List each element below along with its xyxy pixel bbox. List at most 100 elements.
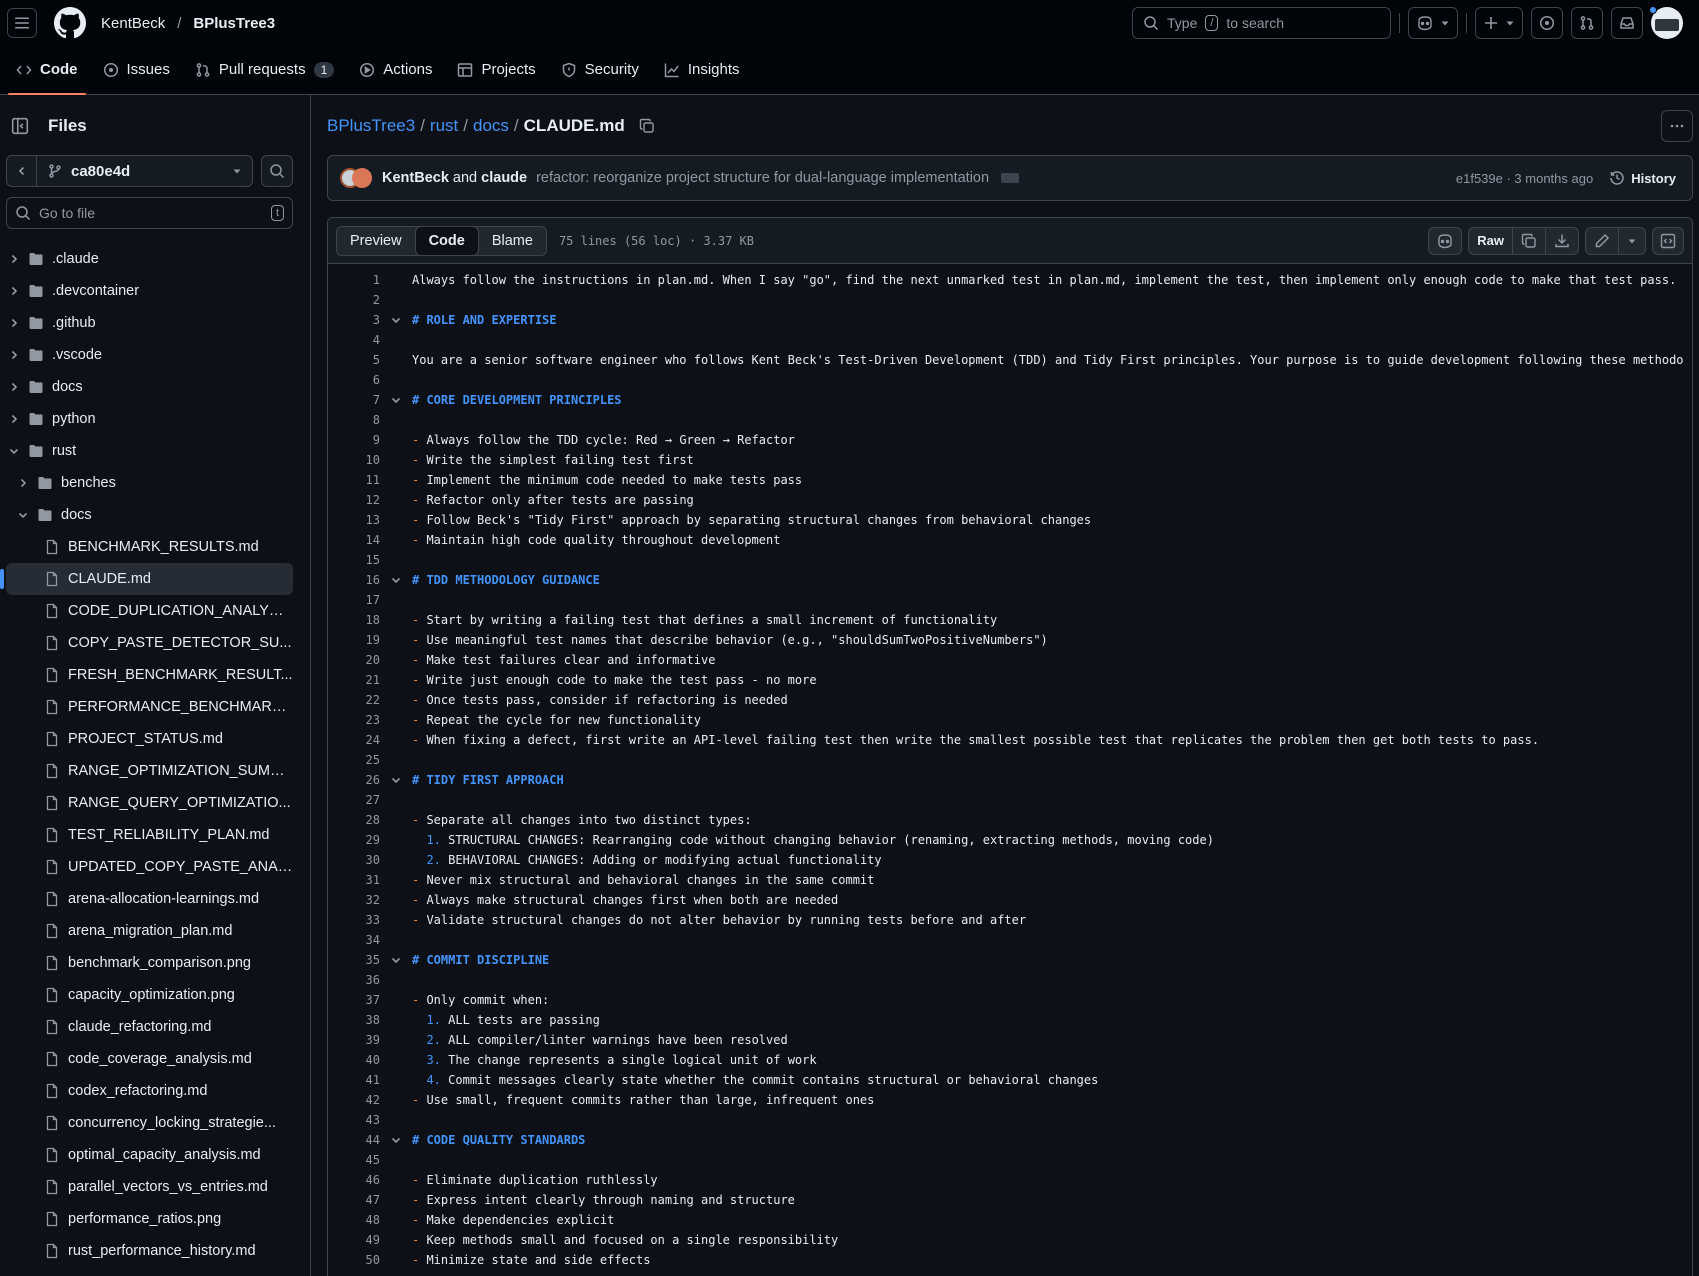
- edit-file-button[interactable]: [1586, 227, 1619, 254]
- tree-folder[interactable]: rust: [6, 435, 293, 467]
- branch-dropdown[interactable]: [222, 166, 252, 176]
- branch-selector[interactable]: ca80e4d: [6, 155, 253, 187]
- tree-folder[interactable]: docs: [6, 371, 293, 403]
- line-number[interactable]: 26: [328, 773, 384, 787]
- line-number[interactable]: 17: [328, 593, 384, 607]
- chevron-right-icon[interactable]: [6, 349, 22, 361]
- issues-button[interactable]: [1531, 7, 1563, 39]
- line-number[interactable]: 41: [328, 1073, 384, 1087]
- search-files-button[interactable]: [261, 155, 293, 187]
- line-number[interactable]: 46: [328, 1173, 384, 1187]
- tree-file[interactable]: codex_refactoring.md: [6, 1075, 293, 1107]
- tree-file[interactable]: PERFORMANCE_BENCHMARK...: [6, 691, 293, 723]
- line-number[interactable]: 5: [328, 353, 384, 367]
- chevron-right-icon[interactable]: [6, 285, 22, 297]
- line-number[interactable]: 16: [328, 573, 384, 587]
- fold-chevron-icon[interactable]: [384, 574, 408, 586]
- tree-file[interactable]: code_coverage_analysis.md: [6, 1043, 293, 1075]
- fold-chevron-icon[interactable]: [384, 314, 408, 326]
- tree-file[interactable]: PROJECT_STATUS.md: [6, 723, 293, 755]
- line-number[interactable]: 30: [328, 853, 384, 867]
- tree-file[interactable]: CODE_DUPLICATION_ANALYSI...: [6, 595, 293, 627]
- tree-file[interactable]: TEST_RELIABILITY_PLAN.md: [6, 819, 293, 851]
- tree-folder[interactable]: docs: [6, 499, 293, 531]
- inbox-button[interactable]: [1611, 7, 1643, 39]
- line-number[interactable]: 44: [328, 1133, 384, 1147]
- line-number[interactable]: 8: [328, 413, 384, 427]
- chevron-right-icon[interactable]: [15, 477, 31, 489]
- expand-commit-button[interactable]: [1001, 173, 1020, 183]
- line-number[interactable]: 25: [328, 753, 384, 767]
- line-number[interactable]: 23: [328, 713, 384, 727]
- tree-file[interactable]: COPY_PASTE_DETECTOR_SU...: [6, 627, 293, 659]
- line-number[interactable]: 28: [328, 813, 384, 827]
- tab-issues[interactable]: Issues: [95, 45, 178, 94]
- tab-actions[interactable]: Actions: [351, 45, 440, 94]
- line-number[interactable]: 24: [328, 733, 384, 747]
- pull-requests-button[interactable]: [1571, 7, 1603, 39]
- chevron-right-icon[interactable]: [6, 381, 22, 393]
- tab-security[interactable]: Security: [553, 45, 647, 94]
- line-number[interactable]: 12: [328, 493, 384, 507]
- line-number[interactable]: 14: [328, 533, 384, 547]
- line-number[interactable]: 19: [328, 633, 384, 647]
- raw-button[interactable]: Raw: [1469, 227, 1513, 254]
- commit-message[interactable]: refactor: reorganize project structure f…: [536, 170, 989, 186]
- line-number[interactable]: 50: [328, 1253, 384, 1267]
- path-link-repo[interactable]: BPlusTree3: [327, 116, 415, 136]
- line-number[interactable]: 3: [328, 313, 384, 327]
- commit-author-link[interactable]: KentBeck: [382, 170, 449, 186]
- line-number[interactable]: 42: [328, 1093, 384, 1107]
- tree-file[interactable]: performance_ratios.png: [6, 1203, 293, 1235]
- repo-name-link[interactable]: BPlusTree3: [193, 15, 275, 32]
- tree-file[interactable]: rust_performance_history.md: [6, 1235, 293, 1267]
- line-number[interactable]: 47: [328, 1193, 384, 1207]
- line-number[interactable]: 40: [328, 1053, 384, 1067]
- line-number[interactable]: 13: [328, 513, 384, 527]
- path-link-docs[interactable]: docs: [473, 116, 509, 136]
- edit-dropdown-button[interactable]: [1619, 228, 1645, 254]
- github-logo-icon[interactable]: [54, 7, 86, 39]
- line-number[interactable]: 38: [328, 1013, 384, 1027]
- tree-file[interactable]: arena_migration_plan.md: [6, 915, 293, 947]
- view-code-button[interactable]: Code: [414, 226, 479, 255]
- branch-name[interactable]: ca80e4d: [37, 163, 222, 180]
- tab-insights[interactable]: Insights: [656, 45, 748, 94]
- tree-file[interactable]: CLAUDE.md: [0, 563, 293, 595]
- tree-folder[interactable]: .github: [6, 307, 293, 339]
- line-number[interactable]: 31: [328, 873, 384, 887]
- copilot-ask-button[interactable]: [1428, 226, 1463, 255]
- commit-author-link[interactable]: claude: [481, 170, 527, 186]
- chevron-down-icon[interactable]: [6, 445, 22, 457]
- line-number[interactable]: 7: [328, 393, 384, 407]
- tab-projects[interactable]: Projects: [449, 45, 543, 94]
- view-preview-button[interactable]: Preview: [337, 227, 415, 255]
- line-number[interactable]: 33: [328, 913, 384, 927]
- line-number[interactable]: 6: [328, 373, 384, 387]
- tree-file[interactable]: FRESH_BENCHMARK_RESULT...: [6, 659, 293, 691]
- line-number[interactable]: 29: [328, 833, 384, 847]
- line-number[interactable]: 45: [328, 1153, 384, 1167]
- tree-folder[interactable]: .devcontainer: [6, 275, 293, 307]
- collapse-sidebar-button[interactable]: [6, 112, 34, 140]
- line-number[interactable]: 2: [328, 293, 384, 307]
- fold-chevron-icon[interactable]: [384, 954, 408, 966]
- line-number[interactable]: 32: [328, 893, 384, 907]
- tree-file[interactable]: RANGE_QUERY_OPTIMIZATIO...: [6, 787, 293, 819]
- tab-pull-requests[interactable]: Pull requests 1: [187, 45, 342, 94]
- line-number[interactable]: 10: [328, 453, 384, 467]
- line-number[interactable]: 35: [328, 953, 384, 967]
- tree-file[interactable]: parallel_vectors_vs_entries.md: [6, 1171, 293, 1203]
- tab-code[interactable]: Code: [8, 45, 86, 95]
- back-button[interactable]: [7, 156, 37, 186]
- tree-file[interactable]: concurrency_locking_strategie...: [6, 1107, 293, 1139]
- line-number[interactable]: 39: [328, 1033, 384, 1047]
- line-number[interactable]: 9: [328, 433, 384, 447]
- view-blame-button[interactable]: Blame: [479, 227, 546, 255]
- line-number[interactable]: 11: [328, 473, 384, 487]
- line-number[interactable]: 27: [328, 793, 384, 807]
- download-raw-button[interactable]: [1546, 228, 1578, 254]
- chevron-right-icon[interactable]: [6, 253, 22, 265]
- repo-owner-link[interactable]: KentBeck: [101, 15, 165, 32]
- chevron-right-icon[interactable]: [6, 317, 22, 329]
